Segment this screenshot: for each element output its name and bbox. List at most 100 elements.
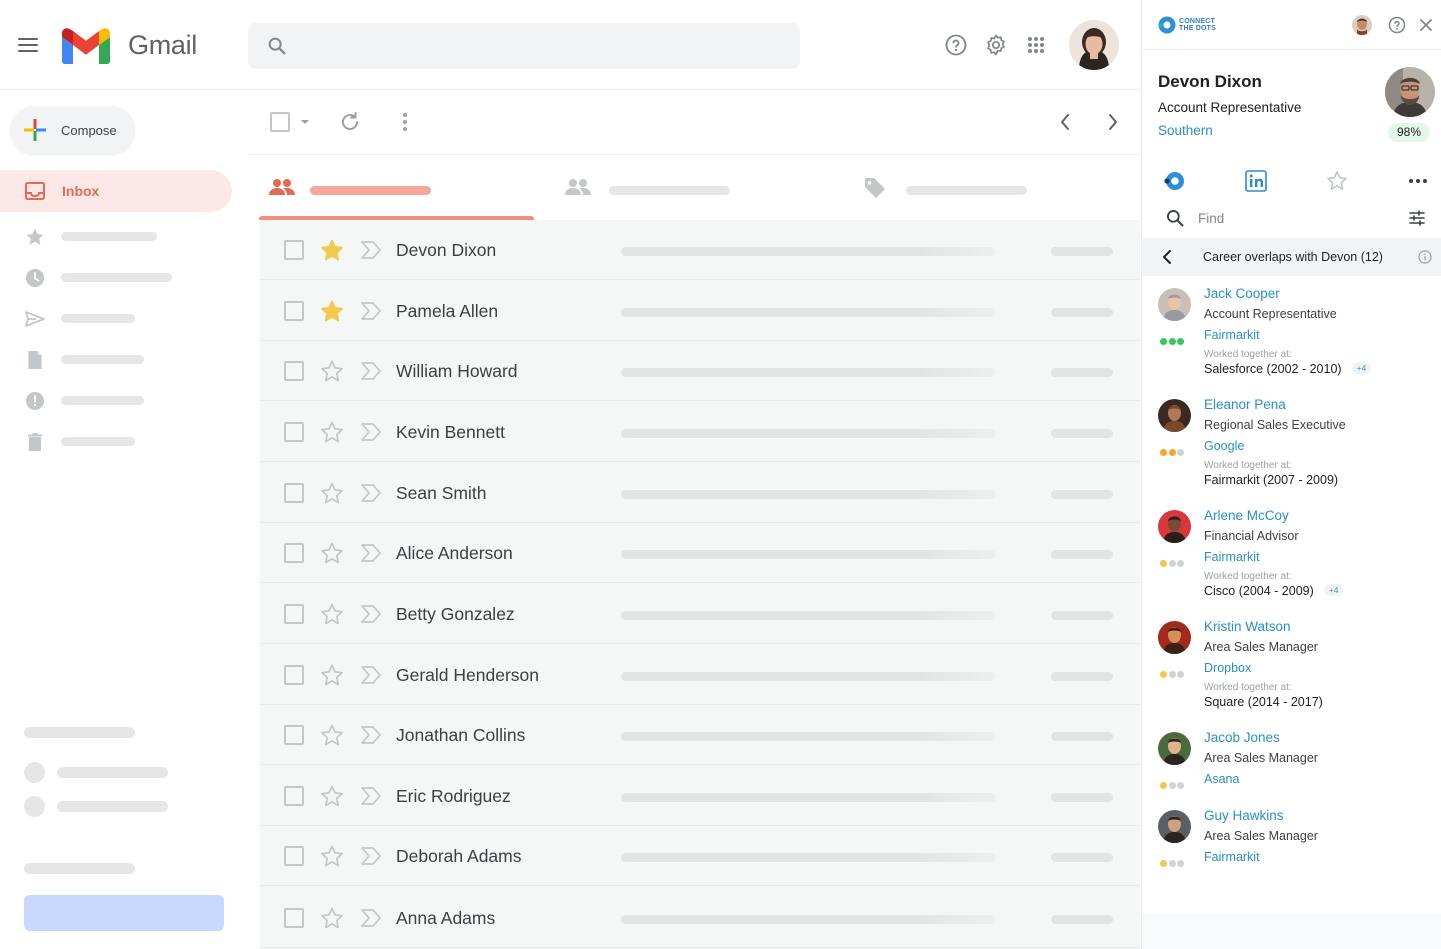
email-row[interactable]: Devon Dixon	[260, 220, 1140, 280]
row-checkbox[interactable]	[284, 543, 304, 563]
person-name[interactable]: Jacob Jones	[1204, 730, 1280, 745]
person-name[interactable]: Kristin Watson	[1204, 619, 1291, 634]
sidebar-item-spam[interactable]	[0, 380, 232, 420]
email-row[interactable]: Betty Gonzalez	[260, 584, 1140, 644]
chevron-left-icon[interactable]	[1059, 113, 1071, 131]
email-row[interactable]: Alice Anderson	[260, 523, 1140, 583]
more-horiz-icon[interactable]	[1408, 178, 1428, 184]
chevron-left-icon[interactable]	[1162, 250, 1172, 264]
person-company[interactable]: Fairmarkit	[1204, 850, 1260, 864]
important-marker-icon[interactable]	[360, 543, 382, 563]
more-overlaps-badge[interactable]: +4	[1351, 362, 1372, 374]
star-icon[interactable]	[320, 542, 344, 564]
important-marker-icon[interactable]	[360, 846, 382, 866]
sidebar-item-snoozed[interactable]	[0, 257, 232, 297]
close-icon[interactable]	[1419, 18, 1433, 32]
career-overlap-item[interactable]: Arlene McCoy Financial Advisor Fairmarkit W…	[1142, 502, 1441, 612]
person-name[interactable]: Jack Cooper	[1204, 286, 1280, 301]
email-row[interactable]: Gerald Henderson	[260, 645, 1140, 705]
action-button-placeholder[interactable]	[24, 895, 224, 931]
important-marker-icon[interactable]	[360, 786, 382, 806]
important-marker-icon[interactable]	[360, 301, 382, 321]
important-marker-icon[interactable]	[360, 240, 382, 260]
email-row[interactable]: William Howard	[260, 341, 1140, 401]
row-checkbox[interactable]	[284, 786, 304, 806]
important-marker-icon[interactable]	[360, 725, 382, 745]
person-company[interactable]: Dropbox	[1204, 661, 1251, 675]
filter-sliders-icon[interactable]	[1408, 209, 1426, 227]
email-row[interactable]: Pamela Allen	[260, 281, 1140, 341]
person-name[interactable]: Guy Hawkins	[1204, 808, 1284, 823]
career-overlap-item[interactable]: Guy Hawkins Area Sales Manager Fairmarkit	[1142, 802, 1441, 912]
star-icon[interactable]	[320, 482, 344, 504]
profile-location[interactable]: Southern	[1158, 123, 1213, 138]
important-marker-icon[interactable]	[360, 483, 382, 503]
star-icon[interactable]	[320, 724, 344, 746]
search-icon[interactable]	[266, 35, 288, 57]
row-checkbox[interactable]	[284, 908, 304, 928]
tab-favorites-star-icon[interactable]	[1326, 170, 1348, 192]
sidebar-item-sent[interactable]	[0, 298, 232, 338]
main-menu-icon[interactable]	[18, 38, 38, 54]
panel-user-avatar[interactable]	[1352, 15, 1372, 35]
select-dropdown-icon[interactable]	[300, 119, 310, 125]
search-bar[interactable]	[248, 23, 800, 69]
email-row[interactable]: Jonathan Collins	[260, 705, 1140, 765]
career-overlap-item[interactable]: Kristin Watson Area Sales Manager Dropbox W…	[1142, 613, 1441, 723]
row-checkbox[interactable]	[284, 665, 304, 685]
row-checkbox[interactable]	[284, 301, 304, 321]
tab-social[interactable]	[553, 156, 833, 220]
info-icon[interactable]	[1418, 250, 1432, 264]
settings-gear-icon[interactable]	[984, 33, 1008, 57]
sidebar-item-starred[interactable]	[0, 216, 232, 256]
career-overlap-item[interactable]: Jack Cooper Account Representative Fairmar…	[1142, 280, 1441, 390]
email-row[interactable]: Deborah Adams	[260, 826, 1140, 886]
chevron-right-icon[interactable]	[1107, 113, 1119, 131]
email-row[interactable]: Eric Rodriguez	[260, 766, 1140, 826]
apps-grid-icon[interactable]	[1024, 33, 1048, 57]
select-all-checkbox[interactable]	[270, 112, 290, 132]
important-marker-icon[interactable]	[360, 665, 382, 685]
star-icon[interactable]	[320, 664, 344, 686]
gmail-logo[interactable]	[62, 28, 110, 64]
refresh-icon[interactable]	[338, 110, 362, 134]
person-company[interactable]: Google	[1204, 439, 1244, 453]
search-icon[interactable]	[1165, 208, 1185, 228]
row-checkbox[interactable]	[284, 483, 304, 503]
email-row[interactable]: Anna Adams	[260, 888, 1140, 948]
important-marker-icon[interactable]	[360, 422, 382, 442]
row-checkbox[interactable]	[284, 422, 304, 442]
person-name[interactable]: Arlene McCoy	[1204, 508, 1289, 523]
more-vert-icon[interactable]	[402, 112, 408, 132]
account-avatar[interactable]	[1069, 20, 1119, 70]
more-overlaps-badge[interactable]: +4	[1323, 584, 1344, 596]
tab-promotions[interactable]	[853, 156, 1133, 220]
important-marker-icon[interactable]	[360, 361, 382, 381]
tab-linkedin-icon[interactable]	[1245, 170, 1267, 192]
row-checkbox[interactable]	[284, 725, 304, 745]
connect-the-dots-logo[interactable]	[1158, 16, 1176, 34]
tab-primary[interactable]	[259, 156, 534, 220]
row-checkbox[interactable]	[284, 240, 304, 260]
search-input[interactable]	[298, 23, 788, 69]
important-marker-icon[interactable]	[360, 908, 382, 928]
star-icon[interactable]	[320, 239, 344, 261]
sidebar-item-drafts[interactable]	[0, 339, 232, 379]
star-icon[interactable]	[320, 421, 344, 443]
person-name[interactable]: Eleanor Pena	[1204, 397, 1286, 412]
person-company[interactable]: Fairmarkit	[1204, 328, 1260, 342]
find-input[interactable]	[1198, 206, 1388, 230]
sidebar-item-inbox[interactable]: Inbox	[0, 170, 232, 212]
sidebar-item-trash[interactable]	[0, 421, 232, 461]
star-icon[interactable]	[320, 907, 344, 929]
star-icon[interactable]	[320, 845, 344, 867]
career-overlap-item[interactable]: Eleanor Pena Regional Sales Executive Goog…	[1142, 391, 1441, 501]
help-icon[interactable]	[1388, 16, 1406, 34]
email-row[interactable]: Kevin Bennett	[260, 402, 1140, 462]
star-icon[interactable]	[320, 360, 344, 382]
row-checkbox[interactable]	[284, 361, 304, 381]
help-icon[interactable]	[944, 33, 968, 57]
compose-button[interactable]: Compose	[10, 106, 135, 154]
tab-connect-the-dots-icon[interactable]	[1163, 171, 1185, 191]
person-company[interactable]: Fairmarkit	[1204, 550, 1260, 564]
